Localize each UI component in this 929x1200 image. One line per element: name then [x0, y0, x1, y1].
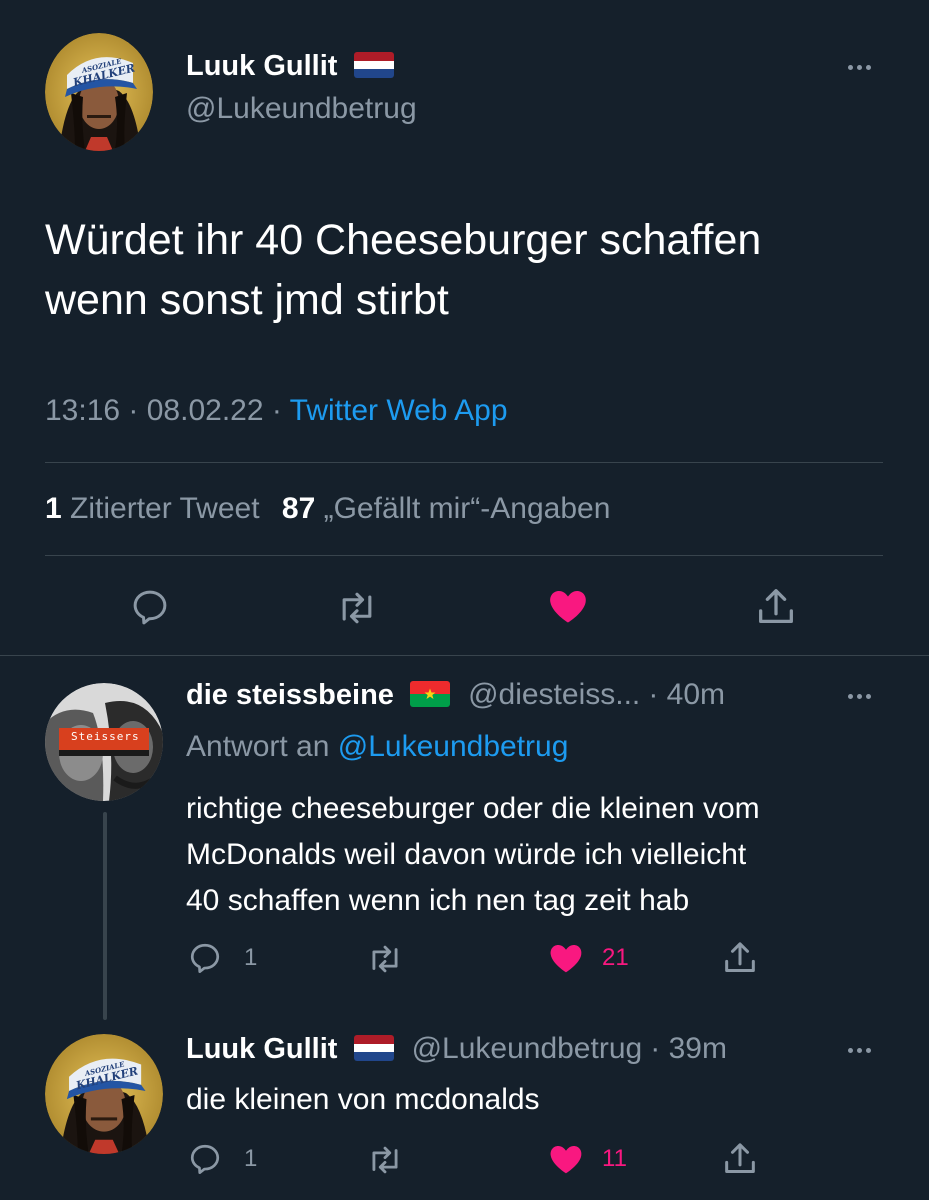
share-icon [759, 589, 793, 624]
avatar-banner-text: Steissers [71, 730, 140, 743]
main-tweet-meta: 13:16 · 08.02.22 · Twitter Web App [45, 394, 508, 427]
reply-button[interactable]: 1 [186, 1141, 257, 1177]
divider [45, 555, 883, 556]
author-handle[interactable]: @diesteiss... [468, 678, 640, 711]
reply-count: 1 [244, 944, 258, 971]
reply-icon [190, 1144, 220, 1174]
heart-icon [550, 945, 582, 973]
reply-button[interactable]: 1 [186, 940, 257, 976]
more-icon[interactable] [848, 694, 871, 699]
main-tweet-text: Würdet ihr 40 Cheeseburger schaffen wenn… [45, 216, 762, 324]
share-icon [725, 942, 755, 972]
heart-icon [550, 1146, 582, 1174]
quote-stat[interactable]: 1 Zitierter Tweet [45, 492, 260, 525]
share-icon [725, 1143, 755, 1173]
netherlands-flag-icon [353, 1035, 394, 1062]
reply2-text: die kleinen von mcdonalds [186, 1083, 540, 1116]
tweet-time: 13:16 [45, 394, 121, 427]
netherlands-flag-icon [353, 52, 394, 79]
author-name[interactable]: Luuk Gullit [186, 1033, 337, 1065]
main-tweet-handle[interactable]: @Lukeundbetrug [186, 92, 417, 126]
reply1-replying-to: Antwort an @Lukeundbetrug [186, 730, 569, 763]
like-button[interactable]: 11 [546, 1140, 627, 1178]
retweet-button[interactable] [364, 1141, 406, 1179]
reply1-text: richtige cheeseburger oder die kleinen v… [186, 792, 760, 917]
reply-time[interactable]: · 40m [648, 678, 725, 711]
reply2-header: Luuk Gullit @Lukeundbetrug · 39m [186, 1032, 727, 1066]
retweet-button[interactable] [364, 940, 406, 978]
like-button[interactable] [545, 584, 591, 628]
share-button[interactable] [720, 1139, 760, 1179]
retweet-icon [372, 1146, 398, 1174]
share-button[interactable] [720, 938, 760, 978]
author-name[interactable]: die steissbeine [186, 679, 394, 711]
reply-icon [133, 590, 167, 625]
share-button[interactable] [753, 584, 799, 630]
thread-line [103, 812, 107, 1020]
retweet-icon [342, 592, 372, 624]
reply2-avatar[interactable]: ASOZIALE KHALKER [45, 1034, 163, 1154]
like-button[interactable]: 21 [546, 939, 629, 977]
author-handle[interactable]: @Lukeundbetrug [412, 1032, 643, 1065]
reply1-avatar[interactable]: Steissers [45, 683, 163, 801]
like-count: 21 [602, 944, 629, 971]
more-icon[interactable] [848, 1048, 871, 1053]
reply-button[interactable] [128, 586, 172, 628]
more-icon[interactable] [848, 65, 871, 70]
main-tweet-avatar[interactable]: ASOZIALE KHALKER [45, 33, 153, 151]
retweet-button[interactable] [333, 586, 381, 630]
author-name[interactable]: Luuk Gullit [186, 50, 337, 82]
tweet-date: 08.02.22 [146, 394, 264, 427]
tweet-source-link[interactable]: Twitter Web App [290, 394, 508, 427]
reply1-header: die steissbeine @diesteiss... · 40m [186, 678, 725, 712]
reply-to-handle-link[interactable]: @Lukeundbetrug [338, 730, 569, 763]
burkina-faso-flag-icon [410, 681, 450, 708]
main-tweet-author[interactable]: Luuk Gullit [186, 50, 394, 83]
heart-icon [550, 590, 586, 623]
retweet-icon [372, 945, 398, 973]
reply-time[interactable]: · 39m [650, 1032, 727, 1065]
divider [45, 462, 883, 463]
reply-icon [190, 943, 220, 973]
tweet-stats: 1 Zitierter Tweet 87 „Gefällt mir“-Angab… [45, 492, 610, 526]
like-stat[interactable]: 87 „Gefällt mir“-Angaben [282, 492, 611, 525]
like-count: 11 [602, 1145, 627, 1172]
section-divider [0, 655, 929, 656]
reply-count: 1 [244, 1145, 258, 1172]
